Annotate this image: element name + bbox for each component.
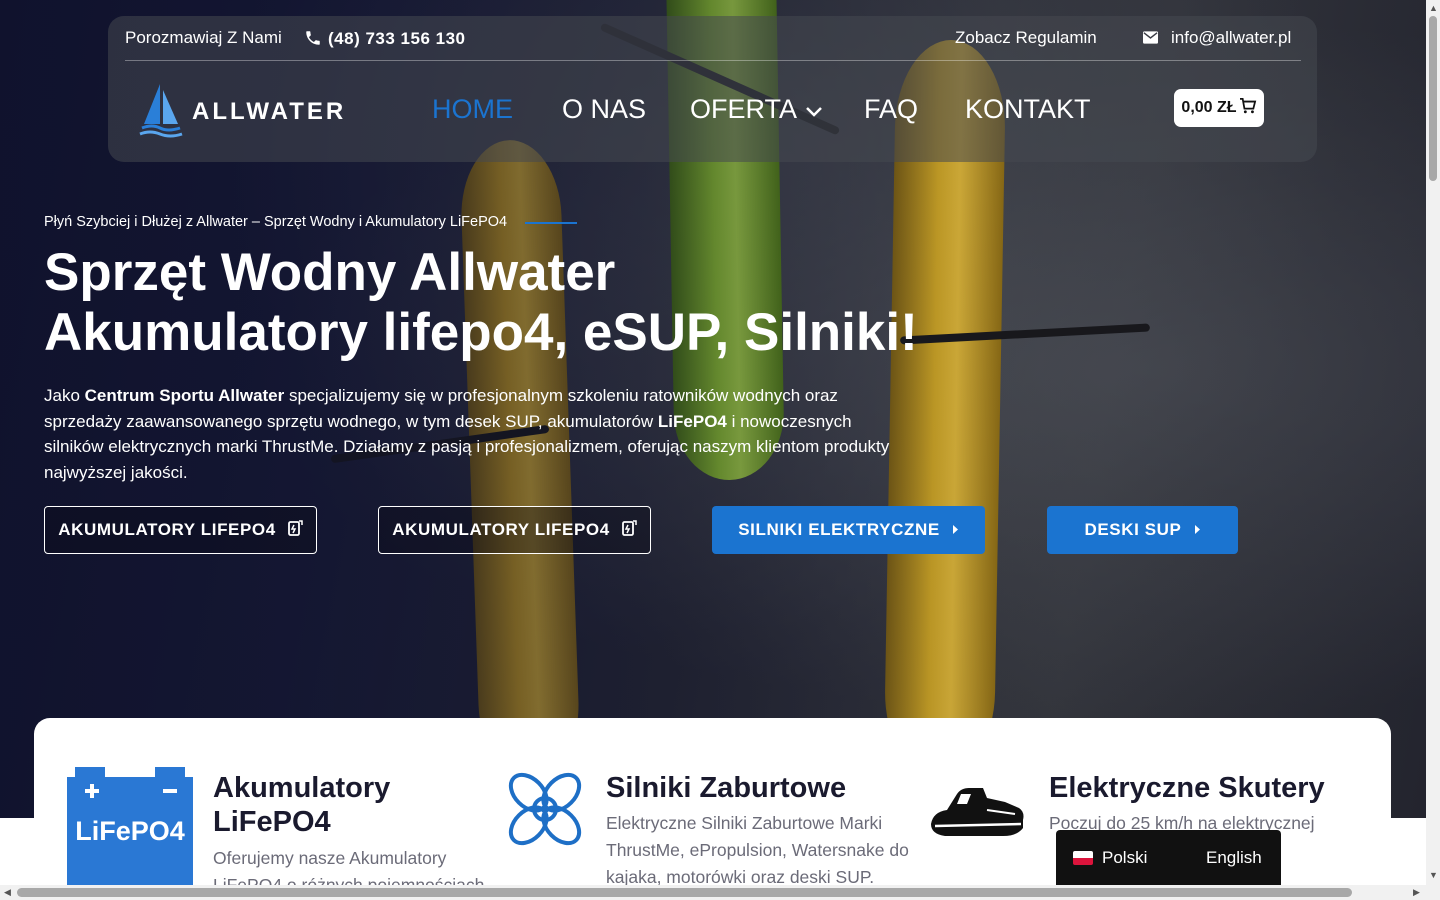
cta-button-sup-boards[interactable]: DESKI SUP — [1047, 506, 1238, 554]
lifepo4-battery-icon: LiFePO4 — [67, 767, 193, 885]
feature-text-line: Elektryczne Silniki Zaburtowe Marki — [606, 813, 883, 833]
scroll-left-arrow-icon[interactable]: ◀ — [4, 887, 11, 898]
tagline-accent-line — [525, 222, 577, 224]
horizontal-scrollbar-thumb[interactable] — [17, 888, 1352, 897]
feature-title-outboard-motors: Silniki Zaburtowe — [606, 772, 847, 804]
hero-headline: Sprzęt Wodny Allwater Akumulatory lifepo… — [44, 243, 1044, 363]
button-label: SILNIKI ELEKTRYCZNE — [738, 520, 940, 539]
intro-text: Jako — [44, 386, 85, 405]
language-switcher: Polski English — [1056, 830, 1281, 885]
nav-item-faq[interactable]: FAQ — [864, 94, 918, 125]
button-label: AKUMULATORY LIFEPO4 — [392, 520, 610, 539]
feature-title-lifepo4: Akumulatory LiFePO4 — [213, 771, 390, 839]
scroll-up-arrow-icon[interactable]: ▲ — [1429, 3, 1438, 13]
battery-label: LiFePO4 — [75, 816, 185, 846]
email-link[interactable]: info@allwater.pl — [1171, 28, 1291, 48]
nav-item-label: OFERTA — [690, 94, 798, 124]
sailboat-icon — [138, 80, 184, 145]
nav-item-o-nas[interactable]: O NAS — [562, 94, 646, 125]
scroll-down-arrow-icon[interactable]: ▼ — [1429, 870, 1438, 880]
feature-title-line: Akumulatory — [213, 772, 391, 804]
site-logo[interactable]: ALLWATER — [138, 80, 348, 144]
language-option-english[interactable]: English — [1206, 848, 1262, 868]
cta-button-lifepo4-secondary[interactable]: AKUMULATORY LIFEPO4 — [378, 506, 651, 554]
caret-right-icon — [1194, 520, 1201, 540]
button-label: DESKI SUP — [1084, 520, 1182, 539]
vertical-scrollbar-thumb[interactable] — [1429, 16, 1437, 181]
cart-button[interactable]: 0,00 ZŁ — [1174, 89, 1264, 127]
button-label: AKUMULATORY LIFEPO4 — [58, 520, 276, 539]
scroll-right-arrow-icon[interactable]: ▶ — [1413, 887, 1420, 898]
nav-item-oferta[interactable]: OFERTA — [690, 94, 823, 125]
header-divider — [125, 60, 1301, 61]
feature-text-line: kajaka, motorówki oraz deski SUP. — [606, 867, 875, 885]
chevron-down-icon — [805, 94, 823, 125]
battery-charge-icon — [287, 519, 303, 541]
feature-text-outboard-motors: Elektryczne Silniki Zaburtowe Marki Thru… — [606, 810, 926, 885]
nav-item-home[interactable]: HOME — [432, 94, 513, 125]
cta-button-lifepo4[interactable]: AKUMULATORY LIFEPO4 — [44, 506, 317, 554]
poland-flag-icon — [1073, 850, 1093, 865]
hero-intro: Jako Centrum Sportu Allwater specjalizuj… — [44, 383, 894, 485]
language-label: Polski — [1102, 847, 1148, 867]
hero-tagline: Płyń Szybciej i Dłużej z Allwater – Sprz… — [44, 214, 508, 230]
battery-charge-icon — [621, 519, 637, 541]
headline-line-1: Sprzęt Wodny Allwater — [44, 243, 616, 302]
feature-title-line: LiFePO4 — [213, 806, 331, 838]
terms-link[interactable]: Zobacz Regulamin — [955, 28, 1097, 48]
envelope-icon — [1143, 31, 1158, 49]
feature-text-line: LiFePO4 o różnych pojemnościach — [213, 875, 485, 885]
headline-line-2: Akumulatory lifepo4, eSUP, Silniki! — [44, 303, 918, 362]
caret-right-icon — [952, 520, 959, 540]
phone-icon — [304, 29, 322, 52]
nav-item-kontakt[interactable]: KONTAKT — [965, 94, 1091, 125]
cart-total: 0,00 ZŁ — [1181, 99, 1237, 116]
intro-brand: Centrum Sportu Allwater — [84, 386, 285, 405]
feature-text-lifepo4: Oferujemy nasze Akumulatory LiFePO4 o ró… — [213, 845, 493, 885]
language-option-polski[interactable]: Polski — [1073, 848, 1147, 868]
phone-link[interactable]: (48) 733 156 130 — [328, 29, 466, 49]
logo-text: ALLWATER — [192, 98, 347, 125]
feature-text-line: ThrustMe, ePropulsion, Watersnake do — [606, 840, 909, 860]
propeller-icon — [498, 762, 592, 856]
shopping-cart-icon — [1239, 97, 1257, 119]
feature-text-line: Oferujemy nasze Akumulatory — [213, 848, 447, 868]
cta-button-electric-motors[interactable]: SILNIKI ELEKTRYCZNE — [712, 506, 985, 554]
contact-label: Porozmawiaj Z Nami — [125, 28, 282, 47]
intro-bold: LiFePO4 — [657, 411, 727, 431]
feature-title-electric-scooters: Elektryczne Skutery — [1049, 772, 1325, 804]
jet-ski-icon — [927, 784, 1027, 840]
